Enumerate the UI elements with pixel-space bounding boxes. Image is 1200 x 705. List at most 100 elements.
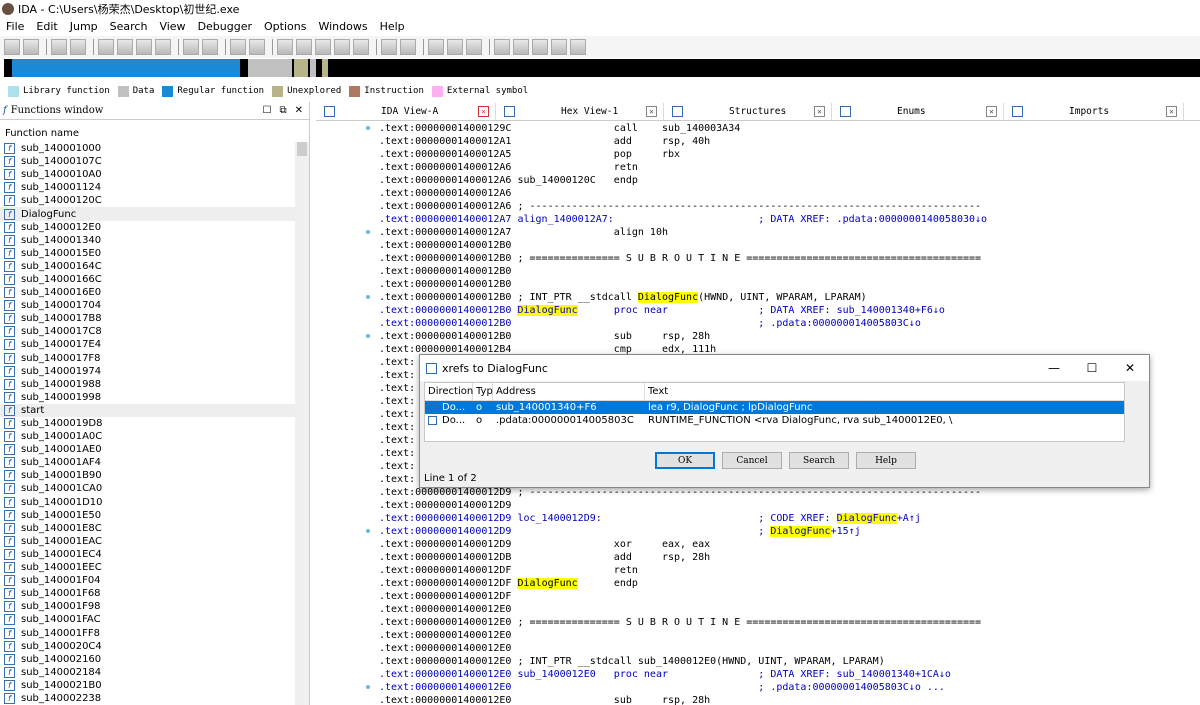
chart-icon[interactable] xyxy=(334,39,350,55)
close-tab-icon[interactable]: ✕ xyxy=(986,106,997,117)
function-list-item[interactable]: f sub_140001704 xyxy=(0,299,296,312)
down-icon[interactable] xyxy=(202,39,218,55)
text-icon[interactable] xyxy=(466,39,482,55)
find-next-icon[interactable] xyxy=(155,39,171,55)
zoom-icon[interactable] xyxy=(513,39,529,55)
close-tab-icon[interactable]: ✕ xyxy=(1166,106,1177,117)
function-list-item[interactable]: f sub_140001124 xyxy=(0,181,296,194)
function-list-item[interactable]: f sub_140001974 xyxy=(0,365,296,378)
code-line[interactable]: .text:00000001400012A1 add rsp, 40h xyxy=(379,135,987,148)
code-line[interactable]: .text:00000001400012E0 ; INT_PTR __stdca… xyxy=(379,655,987,668)
tab-imports[interactable]: Imports ✕ xyxy=(1004,103,1184,120)
paste-icon[interactable] xyxy=(117,39,133,55)
function-list-item[interactable]: f sub_14000164C xyxy=(0,260,296,273)
tab-enums[interactable]: Enums ✕ xyxy=(832,103,1004,120)
function-list-item[interactable]: f sub_1400017F8 xyxy=(0,352,296,365)
hex-icon[interactable] xyxy=(447,39,463,55)
col-direction[interactable]: Direction xyxy=(425,383,473,400)
function-list-scrollbar[interactable] xyxy=(295,142,309,705)
function-list-item[interactable]: f sub_140001F04 xyxy=(0,574,296,587)
code-line[interactable]: .text:00000001400012A6 sub_14000120C end… xyxy=(379,174,987,187)
code-line[interactable]: .text:00000001400012B0 xyxy=(379,278,987,291)
close-tab-icon[interactable]: ✕ xyxy=(814,106,825,117)
code-line[interactable]: .text:00000001400012A5 pop rbx xyxy=(379,148,987,161)
function-list-item[interactable]: f sub_140001E50 xyxy=(0,509,296,522)
code-line[interactable]: .text:00000001400012E0 xyxy=(379,642,987,655)
palette-icon[interactable] xyxy=(570,39,586,55)
code-line[interactable]: .text:00000001400012E0 xyxy=(379,603,987,616)
print-icon[interactable] xyxy=(532,39,548,55)
breakpoint-marker[interactable] xyxy=(366,529,370,533)
code-line[interactable]: .text:00000001400012E0 sub rsp, 28h xyxy=(379,694,987,705)
function-list-item[interactable]: f sub_140002160 xyxy=(0,653,296,666)
menu-file[interactable]: File xyxy=(0,20,30,33)
function-list-item[interactable]: f sub_140001E8C xyxy=(0,522,296,535)
function-list-item[interactable]: f sub_140001FF8 xyxy=(0,626,296,639)
menu-view[interactable]: View xyxy=(153,20,191,33)
col-text[interactable]: Text xyxy=(645,383,1124,400)
function-list-item[interactable]: f sub_140001EC4 xyxy=(0,548,296,561)
function-list-item[interactable]: f sub_140001AE0 xyxy=(0,443,296,456)
cancel-button[interactable]: Cancel xyxy=(722,452,782,469)
menu-jump[interactable]: Jump xyxy=(64,20,104,33)
function-list-item[interactable]: f sub_140002184 xyxy=(0,666,296,679)
code-line[interactable]: .text:00000001400012B0 sub rsp, 28h xyxy=(379,330,987,343)
function-list-item[interactable]: f sub_1400016E0 xyxy=(0,286,296,299)
search-button[interactable]: Search xyxy=(789,452,849,469)
function-list-item[interactable]: f sub_1400017B8 xyxy=(0,312,296,325)
func-icon[interactable] xyxy=(277,39,293,55)
code-line[interactable]: .text:00000001400012DF xyxy=(379,590,987,603)
function-list-item[interactable]: f sub_140001340 xyxy=(0,234,296,247)
color-icon[interactable] xyxy=(551,39,567,55)
col-address[interactable]: Address xyxy=(493,383,645,400)
copy-icon[interactable] xyxy=(98,39,114,55)
function-list-item[interactable]: f sub_1400017E4 xyxy=(0,338,296,351)
menu-search[interactable]: Search xyxy=(104,20,154,33)
function-name-column-header[interactable]: Function name xyxy=(0,124,309,142)
code-line[interactable]: .text:000000014000129C call sub_140003A3… xyxy=(379,122,987,135)
tab-structures[interactable]: Structures ✕ xyxy=(664,103,832,120)
float-icon[interactable]: ⧉ xyxy=(279,105,286,116)
function-list-item[interactable]: f sub_1400017C8 xyxy=(0,325,296,338)
breakpoint-marker[interactable] xyxy=(366,685,370,689)
function-list-item[interactable]: f sub_140001A0C xyxy=(0,430,296,443)
menu-options[interactable]: Options xyxy=(258,20,312,33)
code-line[interactable]: .text:00000001400012B0 xyxy=(379,265,987,278)
code-line[interactable]: .text:00000001400012DB add rsp, 28h xyxy=(379,551,987,564)
menu-windows[interactable]: Windows xyxy=(312,20,373,33)
maximize-button[interactable]: ☐ xyxy=(1073,361,1111,375)
xref-row[interactable]: Do... o .pdata:000000014005803C RUNTIME_FUN… xyxy=(425,414,1124,427)
navigation-band[interactable] xyxy=(4,59,1200,77)
code-line[interactable]: .text:00000001400012D9 xyxy=(379,499,987,512)
function-list-item[interactable]: f sub_1400020C4 xyxy=(0,640,296,653)
graph-icon[interactable] xyxy=(230,39,246,55)
function-list-item[interactable]: f start xyxy=(0,403,296,417)
save-icon[interactable] xyxy=(23,39,39,55)
menu-debugger[interactable]: Debugger xyxy=(192,20,258,33)
list-icon[interactable] xyxy=(428,39,444,55)
back-icon[interactable] xyxy=(51,39,67,55)
function-list-item[interactable]: f sub_1400015E0 xyxy=(0,247,296,260)
close-tab-icon[interactable]: ✕ xyxy=(646,106,657,117)
break-icon[interactable] xyxy=(400,39,416,55)
function-list-item[interactable]: f sub_140001EAC xyxy=(0,535,296,548)
code-line[interactable]: .text:00000001400012A7 align 10h xyxy=(379,226,987,239)
function-list-item[interactable]: f sub_140001AF4 xyxy=(0,456,296,469)
function-list-item[interactable]: f sub_1400019D8 xyxy=(0,417,296,430)
function-list-item[interactable]: f sub_140002238 xyxy=(0,692,296,705)
code-line[interactable]: .text:00000001400012A7 align_1400012A7: … xyxy=(379,213,987,226)
dialog-close-button[interactable]: ✕ xyxy=(1111,361,1149,375)
function-list-item[interactable]: f sub_140001EEC xyxy=(0,561,296,574)
tab-hex-view-1[interactable]: Hex View-1 ✕ xyxy=(496,103,664,120)
code-line[interactable]: .text:00000001400012A6 retn xyxy=(379,161,987,174)
maximize-icon[interactable]: ☐ xyxy=(263,105,272,116)
tools-icon[interactable] xyxy=(353,39,369,55)
function-list-item[interactable]: f sub_140001D10 xyxy=(0,496,296,509)
debug-icon[interactable] xyxy=(381,39,397,55)
col-type[interactable]: Typ xyxy=(473,383,493,400)
function-list-item[interactable]: f sub_140001988 xyxy=(0,378,296,391)
function-list-item[interactable]: f sub_140001FAC xyxy=(0,613,296,626)
function-list-item[interactable]: f sub_14000120C xyxy=(0,194,296,207)
breakpoint-marker[interactable] xyxy=(366,126,370,130)
code-line[interactable]: .text:00000001400012B0 ; ===============… xyxy=(379,252,987,265)
